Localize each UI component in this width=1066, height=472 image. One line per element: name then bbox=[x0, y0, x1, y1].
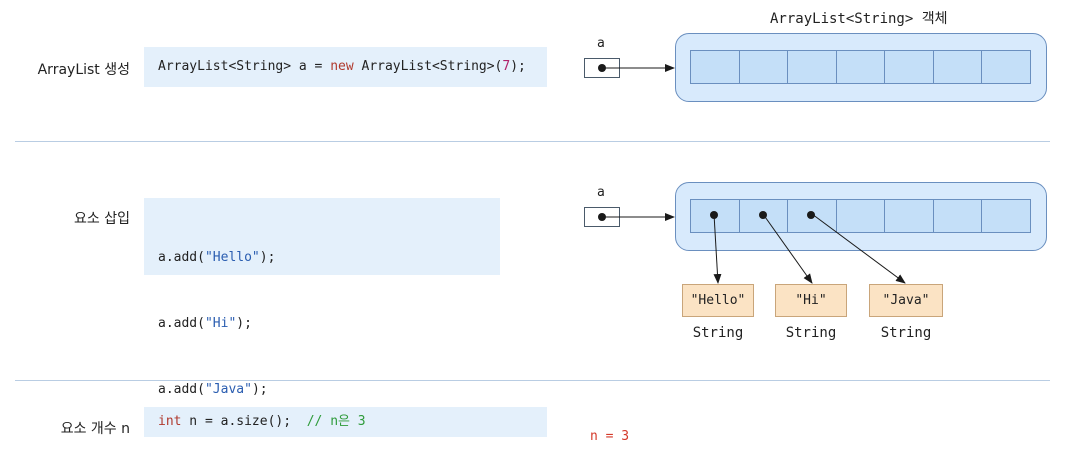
element-arrow-hello bbox=[713, 213, 722, 284]
code-comment: // n은 3 bbox=[306, 414, 366, 429]
element-arrow-java bbox=[811, 213, 906, 284]
code-box-size: int n = a.size(); // n은 3 bbox=[144, 407, 547, 437]
divider-2 bbox=[15, 380, 1050, 381]
row-label-size: 요소 개수 n bbox=[60, 421, 130, 437]
element-arrow-hi bbox=[762, 213, 813, 284]
code-keyword-int: int bbox=[158, 414, 182, 429]
arrows-layer bbox=[602, 64, 906, 284]
code-text: n = a.size(); bbox=[181, 414, 307, 429]
code-line-size: int n = a.size(); // n은 3 bbox=[158, 411, 366, 433]
result-n: n = 3 bbox=[590, 429, 630, 444]
